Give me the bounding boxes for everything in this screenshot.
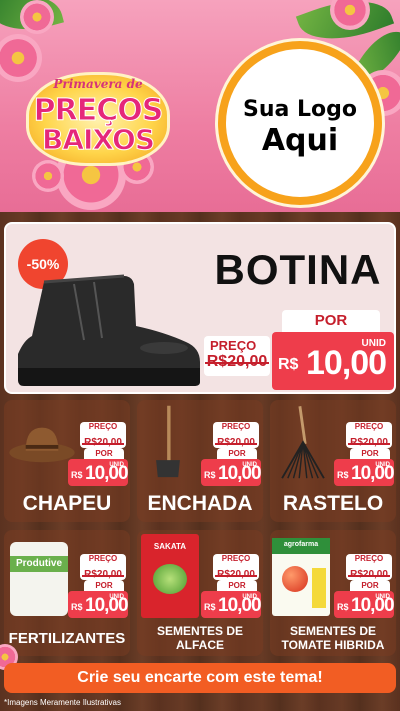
bag-brand-text: Produtive [15, 558, 63, 569]
badge-line2: BAIXOS [42, 123, 156, 157]
por-label: POR [350, 448, 390, 459]
product-name: RASTELO [282, 492, 384, 515]
price-value: 10,00 [218, 463, 262, 484]
flower-decoration [20, 0, 54, 34]
preco-label: PREÇO [354, 422, 384, 431]
currency-label: R$ [278, 356, 299, 373]
old-price: R$20,00 [82, 569, 124, 580]
featured-price-value: 10,00 [306, 344, 387, 382]
currency-label: R$ [71, 602, 83, 612]
featured-price-box: UNID R$ 10,00 [272, 332, 394, 390]
logo-placeholder[interactable]: Sua Logo Aqui [218, 41, 382, 205]
strikethrough [348, 574, 390, 577]
product-card[interactable]: Produtive PREÇO R$20,00 POR UNID R$ 10,0… [4, 530, 130, 656]
por-label: POR [217, 448, 257, 459]
tomato-seed-packet-image: agrofarma [272, 538, 330, 616]
product-name-line2: ALFACE [176, 638, 224, 652]
strikethrough [215, 442, 257, 445]
currency-label: R$ [204, 470, 216, 480]
old-price-box: PREÇO R$20,00 [346, 422, 392, 448]
old-price: R$20,00 [348, 437, 390, 448]
packet-yellow-panel [312, 568, 326, 608]
currency-label: R$ [204, 602, 216, 612]
flower-decoration [0, 34, 42, 82]
old-price-box: PREÇO R$20,00 [213, 554, 259, 580]
disclaimer-text: *Imagens Meramente Ilustrativas [4, 698, 121, 707]
product-card[interactable]: PREÇO R$20,00 POR UNID R$ 10,00 ENCHADA [137, 400, 263, 522]
product-name-line1: SEMENTES DE [289, 624, 376, 638]
featured-product-card[interactable]: -50% BOTINA PREÇO R$20,00 POR UNID R$ 10… [4, 222, 396, 394]
old-price-box: PREÇO R$20,00 [80, 554, 126, 580]
strikethrough [204, 362, 270, 364]
product-name: ENCHADA [147, 492, 253, 515]
price-value: 10,00 [218, 595, 262, 616]
product-card[interactable]: PREÇO R$20,00 POR UNID R$ 10,00 RASTELO [270, 400, 396, 522]
strikethrough [82, 574, 124, 577]
currency-label: R$ [337, 470, 349, 480]
price-box: UNID R$ 10,00 [201, 459, 262, 486]
price-box: UNID R$ 10,00 [201, 591, 262, 618]
header-banner: Primavera de PREÇOS BAIXOS Sua Logo Aqui [0, 0, 400, 212]
preco-label: PREÇO [354, 554, 384, 563]
price-box: UNID R$ 10,00 [68, 591, 129, 618]
old-price-box: PREÇO R$20,00 [346, 554, 392, 580]
price-box: UNID R$ 10,00 [68, 459, 129, 486]
product-name: FERTILIZANTES [8, 630, 126, 647]
old-price-box: PREÇO R$20,00 [204, 336, 270, 376]
currency-label: R$ [337, 602, 349, 612]
currency-label: R$ [71, 470, 83, 480]
lettuce-graphic [153, 564, 187, 594]
preco-label: PREÇO [88, 554, 118, 563]
por-label: POR [217, 580, 257, 591]
price-box: UNID R$ 10,00 [334, 591, 395, 618]
old-price-box: PREÇO R$20,00 [213, 422, 259, 448]
price-box: UNID R$ 10,00 [334, 459, 395, 486]
badge-subtitle: Primavera de [53, 77, 143, 91]
product-card[interactable]: agrofarma PREÇO R$20,00 POR UNID R$ 10,0… [270, 530, 396, 656]
price-value: 10,00 [85, 463, 129, 484]
hat-image [9, 427, 75, 463]
tomato-graphic [282, 566, 308, 592]
old-price: R$20,00 [204, 353, 270, 371]
rake-image [281, 406, 325, 479]
strikethrough [215, 574, 257, 577]
preco-label: PREÇO [210, 338, 257, 353]
fertilizer-bag-image: Produtive [10, 542, 68, 616]
lettuce-seed-packet-image: SAKATA [141, 534, 199, 618]
por-label: POR [350, 580, 390, 591]
packet-brand-text: agrofarma [283, 541, 319, 548]
price-value: 10,00 [351, 463, 395, 484]
strikethrough [82, 442, 124, 445]
boot-image [18, 274, 200, 386]
promo-badge: Primavera de PREÇOS BAIXOS [26, 72, 170, 166]
por-label: POR [84, 448, 124, 459]
flower-decoration [32, 160, 64, 192]
old-price: R$20,00 [348, 569, 390, 580]
strikethrough [348, 442, 390, 445]
logo-line1: Sua Logo [242, 97, 357, 122]
hoe-image [156, 405, 180, 478]
packet-brand-text: SAKATA [153, 542, 187, 551]
product-name-line2: TOMATE HIBRIDA [281, 638, 385, 652]
product-card[interactable]: SAKATA PREÇO R$20,00 POR UNID R$ 10,00 S… [137, 530, 263, 656]
flyer-page: Primavera de PREÇOS BAIXOS Sua Logo Aqui… [0, 0, 400, 711]
preco-label: PREÇO [88, 422, 118, 431]
old-price: R$20,00 [215, 437, 257, 448]
product-card[interactable]: PREÇO R$20,00 POR UNID R$ 10,00 CHAPEU [4, 400, 130, 522]
por-label: POR [84, 580, 124, 591]
preco-label: PREÇO [221, 422, 251, 431]
create-flyer-button[interactable]: Crie seu encarte com este tema! [4, 663, 396, 693]
por-label: POR [282, 310, 380, 332]
old-price-box: PREÇO R$20,00 [80, 422, 126, 448]
old-price: R$20,00 [82, 437, 124, 448]
product-name-line1: SEMENTES DE [156, 624, 243, 638]
logo-line2: Aqui [261, 123, 339, 158]
featured-product-name: BOTINA [214, 246, 382, 293]
price-value: 10,00 [85, 595, 129, 616]
preco-label: PREÇO [221, 554, 251, 563]
price-value: 10,00 [351, 595, 395, 616]
product-name: CHAPEU [22, 492, 112, 515]
old-price: R$20,00 [215, 569, 257, 580]
